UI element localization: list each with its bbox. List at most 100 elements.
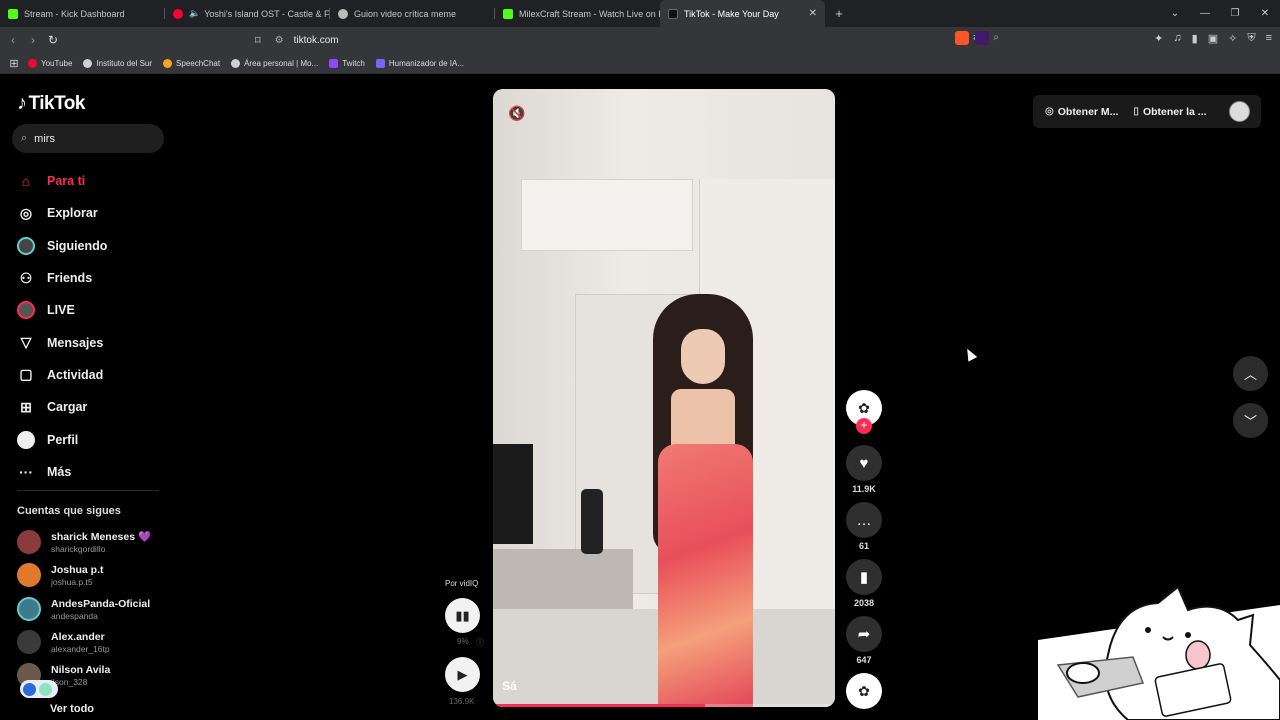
url-text[interactable]: tiktok.com (294, 35, 339, 46)
globe-icon (83, 58, 93, 68)
reload-button[interactable]: ↻ (43, 33, 63, 47)
home-icon: ⌂ (21, 173, 31, 190)
phone-icon: ▯ (1133, 106, 1139, 117)
bookmarks-bar: ⊞ YouTube Instituto del Sur SpeechChat Á… (0, 53, 1280, 74)
leo-icon[interactable]: ✧ (1228, 32, 1237, 45)
search-value[interactable]: mirs (34, 133, 55, 145)
bookmark-twitch[interactable]: Twitch (329, 58, 365, 68)
followed-account[interactable]: Alex.ander alexander_16tp (17, 630, 110, 654)
nav-siguiendo[interactable]: Siguiendo (17, 230, 167, 262)
wallet-icon[interactable]: ▣ (1208, 32, 1218, 45)
video-progress-bar[interactable] (493, 704, 835, 707)
extensions-icon[interactable]: ✦ (1154, 32, 1163, 45)
share-button[interactable]: ➦ 647 (846, 616, 882, 665)
back-button[interactable]: ‹ (3, 33, 23, 47)
minimize-button[interactable]: — (1190, 8, 1220, 19)
play-icon: ▶ (457, 666, 468, 682)
nav-perfil[interactable]: Perfil (17, 423, 167, 455)
get-app-button[interactable]: ▯ Obtener la ... (1133, 106, 1206, 118)
restore-button[interactable]: ❐ (1220, 8, 1250, 19)
bookmark-icon[interactable]: ⌑ (255, 34, 261, 47)
get-app-label: Obtener la ... (1142, 105, 1207, 118)
profile-avatar[interactable] (1229, 101, 1250, 122)
tab-kick-dashboard[interactable]: Stream - Kick Dashboard (0, 0, 165, 27)
apps-grid-icon[interactable]: ⊞ (0, 57, 28, 70)
vidiq-stats-button[interactable]: ▮▮ (445, 598, 480, 633)
followed-account[interactable]: sharick Meneses 💜 sharickgordillo (17, 530, 151, 554)
creator-avatar-button[interactable]: ✿ + (846, 390, 882, 434)
play-button[interactable]: ▶ (445, 657, 480, 692)
vpn-icon[interactable]: ⛨ (1247, 32, 1255, 45)
media-icon[interactable]: ♫ (1173, 32, 1181, 45)
zoom-icon[interactable]: ⌕ (993, 32, 999, 43)
tab-yoshi-ost[interactable]: 🔈 Yoshi's Island OST - Castle & Fort (165, 0, 330, 27)
chatgpt-icon (338, 8, 348, 19)
heart-icon: ♥ (846, 445, 882, 481)
share-icon: ➦ (846, 616, 882, 652)
nav-para-ti[interactable]: ⌂ Para ti (17, 165, 167, 197)
new-tab-button[interactable]: + (829, 6, 849, 21)
bookmark-humanizador[interactable]: Humanizador de IA... (375, 58, 464, 68)
like-button[interactable]: ♥ 11.9K (846, 445, 882, 494)
search-icon[interactable]: ⌕ (21, 132, 27, 145)
get-coins-button[interactable]: ◎ Obtener M... (1045, 106, 1118, 118)
next-video-button[interactable]: ﹀ (1233, 403, 1268, 438)
sidebar-icon[interactable]: ▮ (1192, 32, 1198, 45)
video-player[interactable]: 🔇 Sá (493, 89, 835, 707)
address-bar[interactable]: ⌑ ⚙ tiktok.com ⇄ ⌕ (255, 30, 1005, 50)
tiktok-logo[interactable]: ♪ TikTok (17, 92, 85, 115)
menu-icon[interactable]: ≡ (1266, 32, 1272, 45)
search-input[interactable]: ⌕ mirs (12, 124, 164, 153)
brave-rewards-icon[interactable] (975, 31, 989, 45)
bookmark-instituto[interactable]: Instituto del Sur (83, 58, 153, 68)
bookmark-speechchat[interactable]: SpeechChat (163, 58, 221, 68)
audio-icon[interactable]: 🔈 (189, 8, 200, 19)
tab-title: MilexCraft Stream - Watch Live on Ki (519, 8, 660, 19)
coin-icon: ◎ (1045, 106, 1054, 117)
tab-guion[interactable]: Guion video crítica meme (330, 0, 495, 27)
bookmark-label: SpeechChat (176, 58, 221, 68)
nav-mensajes[interactable]: ▽ Mensajes (17, 326, 167, 358)
bookmark-area-personal[interactable]: Área personal | Mo... (231, 58, 318, 68)
power-icon (39, 682, 52, 696)
tab-tiktok[interactable]: TikTok - Make Your Day ✕ (660, 0, 825, 27)
nav-cargar[interactable]: ⊞ Cargar (17, 391, 167, 423)
globe-icon (231, 58, 241, 68)
forward-button[interactable]: › (23, 33, 43, 47)
chevron-down-icon: ﹀ (1243, 414, 1257, 429)
followed-account[interactable]: Joshua p.t joshua.p.t5 (17, 563, 104, 587)
previous-video-button[interactable]: ︿ (1233, 356, 1268, 391)
close-window-button[interactable]: ✕ (1250, 8, 1280, 19)
nav-friends[interactable]: ⚇ Friends (17, 262, 167, 294)
tab-search-icon[interactable]: ⌄ (1160, 8, 1190, 19)
nav-actividad[interactable]: ▢ Actividad (17, 359, 167, 391)
account-name: sharick Meneses 💜 (51, 531, 152, 543)
kick-icon (8, 8, 18, 19)
muted-volume-icon[interactable]: 🔇 (508, 105, 525, 122)
sound-disc-button[interactable]: ✿ (846, 673, 882, 709)
account-handle: sharickgordillo (51, 544, 106, 554)
close-tab-icon[interactable]: ✕ (809, 8, 817, 19)
account-name: AndesPanda-Oficial (51, 597, 151, 610)
follow-plus-icon[interactable]: + (856, 418, 872, 434)
see-all-link[interactable]: Ver todo (50, 703, 94, 715)
nav-explorar[interactable]: ◎ Explorar (17, 197, 167, 229)
bookmark-youtube[interactable]: YouTube (28, 58, 72, 68)
nav-mas[interactable]: ··· Más (17, 456, 167, 488)
comment-button[interactable]: … 61 (846, 502, 882, 551)
info-icon[interactable]: ⓘ (476, 637, 484, 648)
twitch-icon (329, 58, 339, 68)
tab-milexcraft[interactable]: MilexCraft Stream - Watch Live on Ki (495, 0, 660, 27)
tiktok-note-icon: ♪ (17, 92, 27, 114)
get-coins-label: Obtener M... (1057, 105, 1119, 118)
nav-live[interactable]: LIVE (17, 294, 167, 326)
brave-shield-icon[interactable] (955, 31, 969, 45)
bookmark-label: Instituto del Sur (96, 58, 153, 68)
friends-icon: ⚇ (19, 269, 33, 286)
followed-account[interactable]: AndesPanda-Oficial andespanda (17, 597, 150, 621)
site-info-icon[interactable]: ⚙ (275, 35, 284, 46)
browser-tab-bar: Stream - Kick Dashboard 🔈 Yoshi's Island… (0, 0, 1280, 27)
floating-widget[interactable] (20, 680, 58, 698)
save-button[interactable]: ▮ 2038 (846, 559, 882, 608)
bookmark-icon: ▮ (846, 559, 882, 595)
